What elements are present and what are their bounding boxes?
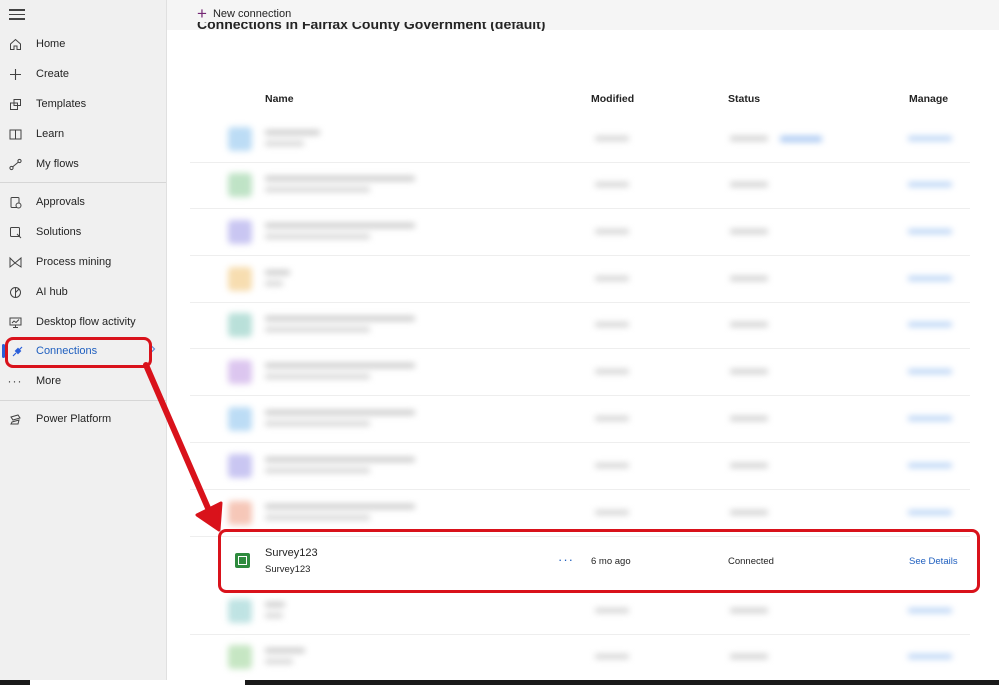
taskbar-edge-light bbox=[30, 680, 245, 685]
annotation-arrow bbox=[143, 362, 223, 532]
